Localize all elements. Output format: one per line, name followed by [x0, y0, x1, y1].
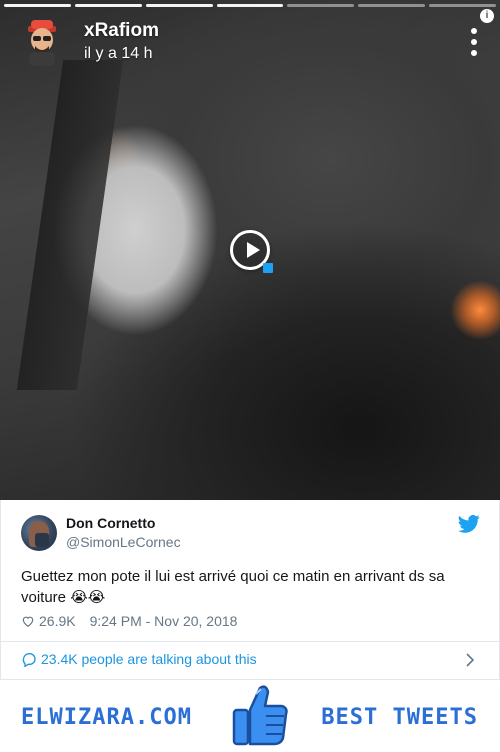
- author-handle[interactable]: @SimonLeCornec: [66, 534, 181, 550]
- play-button[interactable]: [230, 230, 273, 273]
- story-progress: [4, 4, 497, 7]
- snap-username: xRafiom: [84, 20, 159, 41]
- chevron-right-icon[interactable]: [466, 653, 474, 667]
- thumbs-up-icon: [232, 685, 288, 746]
- tweet-text: Guettez mon pote il lui est arrivé quoi …: [21, 568, 445, 606]
- like-count[interactable]: 26.9K: [39, 613, 76, 629]
- tweet-meta: 26.9K 9:24 PM - Nov 20, 2018: [21, 612, 237, 630]
- tweet-video[interactable]: xRafiom il y a 14 h i: [0, 0, 500, 500]
- brand-banner: ELWIZARA.COM BEST TWEETS: [0, 680, 500, 752]
- site-name: ELWIZARA.COM: [21, 705, 192, 730]
- tweet-datetime[interactable]: 9:24 PM - Nov 20, 2018: [90, 613, 238, 629]
- author-name[interactable]: Don Cornetto: [66, 515, 155, 531]
- divider: [0, 641, 500, 642]
- conversation-link[interactable]: 23.4K people are talking about this: [21, 651, 257, 667]
- tagline: BEST TWEETS: [321, 705, 478, 730]
- twitter-bird-icon[interactable]: [458, 514, 480, 534]
- conversation-label: 23.4K people are talking about this: [41, 651, 257, 667]
- bitmoji-avatar: [28, 20, 56, 66]
- author-avatar[interactable]: [21, 515, 57, 551]
- play-badge: [263, 263, 273, 273]
- more-options-icon: [470, 28, 478, 58]
- info-icon[interactable]: i: [480, 9, 494, 23]
- heart-icon[interactable]: [21, 614, 35, 628]
- snap-timestamp: il y a 14 h: [84, 45, 153, 62]
- speech-bubble-icon: [22, 652, 36, 667]
